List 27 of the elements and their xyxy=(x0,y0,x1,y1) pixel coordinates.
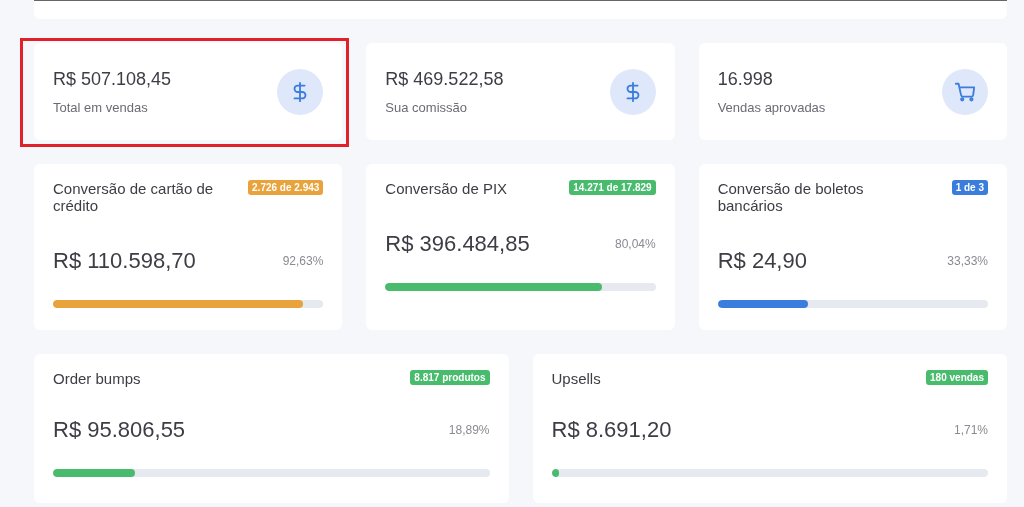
percent-value: 92,63% xyxy=(282,254,324,268)
stat-value: R$ 469.522,58 xyxy=(385,68,504,90)
amount-value: R$ 110.598,70 xyxy=(53,248,196,274)
amount-value: R$ 8.691,20 xyxy=(551,417,672,443)
stat-value: R$ 507.108,45 xyxy=(53,68,172,90)
count-badge: 8.817 produtos xyxy=(410,370,490,385)
card-title: Conversão de boletos bancários xyxy=(717,180,865,214)
amount-value: R$ 24,90 xyxy=(717,248,807,274)
count-badge: 1 de 3 xyxy=(951,180,988,195)
percent-value: 18,89% xyxy=(448,423,490,437)
card-title: Conversão de cartão de crédito xyxy=(53,180,215,214)
percent-value: 1,71% xyxy=(953,423,988,437)
amount-value: R$ 95.806,55 xyxy=(53,417,186,443)
stat-value: 16.998 xyxy=(717,68,774,90)
amount-value: R$ 396.484,85 xyxy=(385,231,530,257)
count-badge: 2.726 de 2.943 xyxy=(248,180,324,195)
card-title: Upsells xyxy=(551,370,601,387)
cart-icon xyxy=(954,80,976,103)
card-title: Order bumps xyxy=(53,370,141,387)
stat-label: Total em vendas xyxy=(53,99,149,115)
card-title: Conversão de PIX xyxy=(385,180,508,197)
stat-label: Sua comissão xyxy=(385,99,468,115)
percent-value: 80,04% xyxy=(614,237,656,251)
count-badge: 180 vendas xyxy=(926,370,988,385)
stat-label: Vendas aprovadas xyxy=(717,99,826,115)
percent-value: 33,33% xyxy=(947,254,988,268)
count-badge: 14.271 de 17.829 xyxy=(569,180,656,195)
